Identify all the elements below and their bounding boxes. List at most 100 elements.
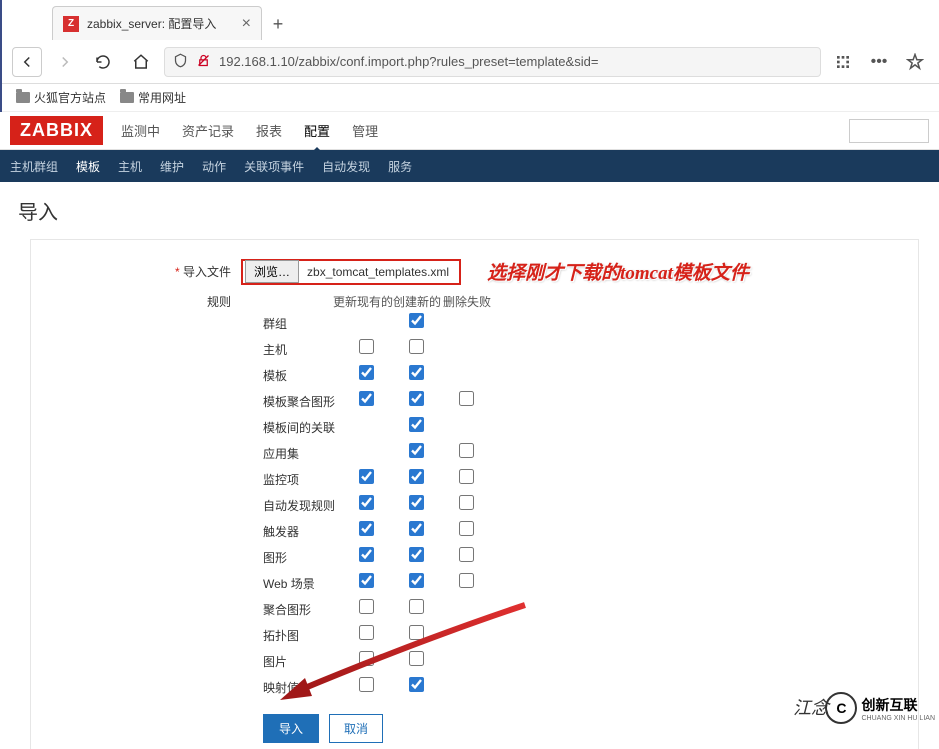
rule-checkbox-create[interactable] [409, 339, 424, 354]
rule-row: 模板聚合图形 [41, 388, 908, 414]
rule-checkbox-create[interactable] [409, 443, 424, 458]
rule-row: 触发器 [41, 518, 908, 544]
rule-row: 聚合图形 [41, 596, 908, 622]
more-icon[interactable]: ••• [865, 48, 893, 76]
file-label: 导入文件 [41, 263, 241, 280]
rule-checkbox-create[interactable] [409, 365, 424, 380]
rule-label: 模板聚合图形 [41, 393, 341, 410]
rule-label: 自动发现规则 [41, 497, 341, 514]
star-icon[interactable] [901, 48, 929, 76]
sub-nav-item[interactable]: 自动发现 [322, 158, 370, 175]
rule-label: Web 场景 [41, 575, 341, 592]
zabbix-logo[interactable]: ZABBIX [10, 116, 103, 145]
main-nav-item[interactable]: 配置 [304, 121, 330, 140]
new-tab-button[interactable]: + [262, 8, 294, 40]
file-input-box[interactable]: 浏览… zbx_tomcat_templates.xml [241, 259, 461, 285]
rule-row: 拓扑图 [41, 622, 908, 648]
sub-nav-item[interactable]: 服务 [388, 158, 412, 175]
rule-checkbox-delete[interactable] [459, 469, 474, 484]
sub-nav-item[interactable]: 模板 [76, 158, 100, 175]
browser-tab[interactable]: Z zabbix_server: 配置导入 × [52, 6, 262, 40]
rule-checkbox-delete[interactable] [459, 443, 474, 458]
rule-checkbox-delete[interactable] [459, 495, 474, 510]
browser-toolbar: 192.168.1.10/zabbix/conf.import.php?rule… [2, 40, 939, 84]
rule-row: Web 场景 [41, 570, 908, 596]
rule-checkbox-create[interactable] [409, 469, 424, 484]
rule-label: 模板 [41, 367, 341, 384]
rule-row: 群组 [41, 310, 908, 336]
bookmark-bar: 火狐官方站点 常用网址 [2, 84, 939, 112]
bookmark-item[interactable]: 常用网址 [120, 89, 186, 106]
close-tab-icon[interactable]: × [242, 15, 251, 33]
rule-checkbox-update[interactable] [359, 677, 374, 692]
zabbix-header: ZABBIX 监测中 资产记录 报表 配置 管理 [0, 112, 939, 150]
rule-checkbox-create[interactable] [409, 651, 424, 666]
rule-checkbox-create[interactable] [409, 495, 424, 510]
col-create: 创建新的 [393, 293, 443, 310]
insecure-icon [196, 53, 211, 71]
rule-row: 自动发现规则 [41, 492, 908, 518]
rule-checkbox-delete[interactable] [459, 547, 474, 562]
rule-label: 映射值 [41, 679, 341, 696]
col-update: 更新现有的 [333, 293, 393, 310]
rule-checkbox-create[interactable] [409, 677, 424, 692]
selected-filename: zbx_tomcat_templates.xml [299, 265, 457, 279]
rule-row: 模板间的关联 [41, 414, 908, 440]
rule-checkbox-create[interactable] [409, 625, 424, 640]
rule-checkbox-update[interactable] [359, 339, 374, 354]
rule-checkbox-create[interactable] [409, 391, 424, 406]
rule-checkbox-update[interactable] [359, 573, 374, 588]
rule-row: 监控项 [41, 466, 908, 492]
rule-checkbox-update[interactable] [359, 495, 374, 510]
rule-checkbox-delete[interactable] [459, 573, 474, 588]
sub-nav-item[interactable]: 主机群组 [10, 158, 58, 175]
rule-checkbox-update[interactable] [359, 599, 374, 614]
reload-button[interactable] [88, 47, 118, 77]
rule-checkbox-update[interactable] [359, 547, 374, 562]
shield-icon[interactable] [173, 53, 188, 71]
bookmark-item[interactable]: 火狐官方站点 [16, 89, 106, 106]
url-bar[interactable]: 192.168.1.10/zabbix/conf.import.php?rule… [164, 47, 821, 77]
rule-checkbox-update[interactable] [359, 365, 374, 380]
home-button[interactable] [126, 47, 156, 77]
rule-checkbox-create[interactable] [409, 573, 424, 588]
main-nav-item[interactable]: 管理 [352, 121, 378, 140]
rule-label: 主机 [41, 341, 341, 358]
rule-checkbox-create[interactable] [409, 599, 424, 614]
sub-nav-item[interactable]: 主机 [118, 158, 142, 175]
sub-nav: 主机群组 模板 主机 维护 动作 关联项事件 自动发现 服务 [0, 150, 939, 182]
sub-nav-item[interactable]: 关联项事件 [244, 158, 304, 175]
rule-checkbox-create[interactable] [409, 417, 424, 432]
rule-checkbox-delete[interactable] [459, 521, 474, 536]
main-nav-item[interactable]: 资产记录 [182, 121, 234, 140]
tab-bar: Z zabbix_server: 配置导入 × + [2, 0, 939, 40]
rule-checkbox-update[interactable] [359, 651, 374, 666]
import-button[interactable]: 导入 [263, 714, 319, 743]
rule-row: 图形 [41, 544, 908, 570]
rule-checkbox-delete[interactable] [459, 391, 474, 406]
qr-icon[interactable] [829, 48, 857, 76]
rule-checkbox-update[interactable] [359, 469, 374, 484]
rule-row: 主机 [41, 336, 908, 362]
rule-checkbox-create[interactable] [409, 313, 424, 328]
page-title: 导入 [0, 182, 939, 239]
url-text: 192.168.1.10/zabbix/conf.import.php?rule… [219, 54, 812, 69]
rule-row: 图片 [41, 648, 908, 674]
header-search[interactable] [849, 119, 929, 143]
sub-nav-item[interactable]: 维护 [160, 158, 184, 175]
main-nav-item[interactable]: 监测中 [121, 121, 160, 140]
rule-checkbox-update[interactable] [359, 625, 374, 640]
rule-checkbox-update[interactable] [359, 391, 374, 406]
sub-nav-item[interactable]: 动作 [202, 158, 226, 175]
rule-row: 应用集 [41, 440, 908, 466]
annotation-text: 选择刚才下载的tomcat模板文件 [487, 258, 749, 285]
browse-button[interactable]: 浏览… [245, 260, 299, 283]
rule-checkbox-create[interactable] [409, 547, 424, 562]
main-nav-item[interactable]: 报表 [256, 121, 282, 140]
cancel-button[interactable]: 取消 [329, 714, 383, 743]
main-nav: 监测中 资产记录 报表 配置 管理 [121, 121, 378, 140]
rule-checkbox-update[interactable] [359, 521, 374, 536]
back-button[interactable] [12, 47, 42, 77]
watermark-signature: 江念 [793, 694, 829, 720]
rule-checkbox-create[interactable] [409, 521, 424, 536]
